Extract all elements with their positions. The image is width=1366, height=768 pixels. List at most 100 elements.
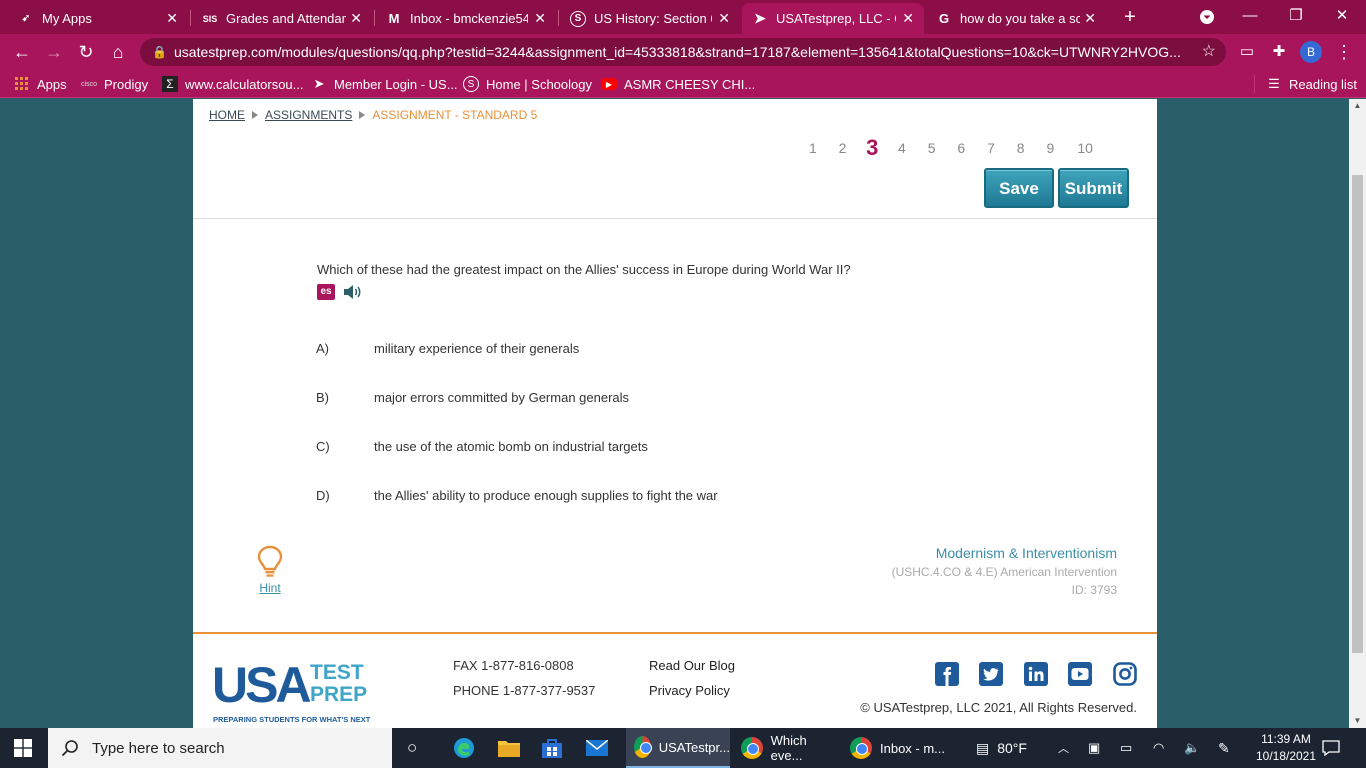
- page-link[interactable]: 7: [976, 140, 1006, 156]
- back-button[interactable]: ←: [9, 40, 35, 64]
- wifi-icon[interactable]: ◠: [1153, 728, 1171, 768]
- start-button[interactable]: [14, 728, 36, 768]
- mail-icon[interactable]: [586, 728, 610, 768]
- weather-widget[interactable]: ▤ 80°F: [976, 728, 1046, 768]
- restore-button[interactable]: ❐: [1274, 0, 1318, 34]
- instagram-icon[interactable]: [1113, 662, 1137, 686]
- close-icon[interactable]: ✕: [718, 10, 730, 27]
- taskbar-app-inbox[interactable]: Inbox - m...: [842, 728, 948, 768]
- close-window-button[interactable]: ✕: [1320, 0, 1364, 34]
- tab-my-apps[interactable]: ➹ My Apps ✕: [8, 3, 188, 34]
- edge-icon[interactable]: [453, 728, 477, 768]
- taskbar-clock[interactable]: 11:39 AM 10/18/2021: [1250, 731, 1322, 765]
- reading-list-label: Reading list: [1289, 76, 1357, 92]
- taskbar-app-which[interactable]: Which eve...: [733, 728, 841, 768]
- home-button[interactable]: ⌂: [105, 40, 131, 64]
- tab-us-history[interactable]: S US History: Section 6 | ✕: [560, 3, 740, 34]
- tab-search-button[interactable]: [1185, 0, 1229, 34]
- chevron-up-icon[interactable]: ︿: [1058, 728, 1072, 768]
- schoology-icon: S: [463, 76, 479, 92]
- page-link[interactable]: 2: [828, 140, 858, 156]
- bookmark-prodigy[interactable]: cisco Prodigy: [81, 75, 148, 93]
- volume-muted-icon[interactable]: 🔈: [1184, 728, 1202, 768]
- blog-link[interactable]: Read Our Blog: [649, 658, 735, 673]
- close-icon[interactable]: ✕: [534, 10, 546, 27]
- page-link[interactable]: 6: [946, 140, 976, 156]
- minimize-button[interactable]: —: [1228, 0, 1272, 34]
- scroll-up-icon[interactable]: ▲: [1349, 99, 1366, 113]
- tab-grades[interactable]: SIS Grades and Attendance ✕: [192, 3, 372, 34]
- bookmark-label: Member Login - US...: [334, 76, 458, 92]
- choice-text: major errors committed by German general…: [374, 390, 630, 405]
- reload-button[interactable]: ↻: [73, 40, 99, 64]
- pen-icon[interactable]: ✎: [1218, 728, 1236, 768]
- onedrive-icon[interactable]: ▣: [1088, 728, 1106, 768]
- topic-label: Modernism & Interventionism: [935, 545, 1117, 561]
- facebook-icon[interactable]: [935, 662, 959, 686]
- extensions-icon[interactable]: ✚: [1266, 40, 1292, 64]
- scroll-thumb[interactable]: [1352, 175, 1363, 653]
- submit-button[interactable]: Submit: [1058, 168, 1129, 208]
- bookmark-apps[interactable]: Apps: [14, 75, 67, 93]
- lightbulb-icon: [257, 545, 283, 577]
- scroll-down-icon[interactable]: ▼: [1349, 714, 1366, 728]
- notifications-icon[interactable]: [1322, 728, 1344, 768]
- taskbar-search[interactable]: Type here to search: [48, 728, 392, 768]
- reading-list[interactable]: ☰ Reading list: [1266, 75, 1357, 93]
- bookmark-label: www.calculatorsou...: [185, 76, 304, 92]
- cast-icon[interactable]: ▭: [1234, 40, 1260, 64]
- close-icon[interactable]: ✕: [350, 10, 362, 27]
- page-link[interactable]: 10: [1065, 140, 1105, 156]
- tab-inbox[interactable]: M Inbox - bmckenzie541 ✕: [376, 3, 556, 34]
- page-link[interactable]: 5: [917, 140, 947, 156]
- page-link[interactable]: 4: [887, 140, 917, 156]
- tab-usatestprep[interactable]: ➤ USATestprep, LLC - On ✕: [742, 3, 924, 34]
- breadcrumb-home[interactable]: HOME: [209, 108, 245, 122]
- linkedin-icon[interactable]: [1024, 662, 1048, 686]
- star-icon[interactable]: ☆: [1202, 38, 1216, 66]
- close-icon[interactable]: ✕: [1084, 10, 1096, 27]
- speaker-icon[interactable]: [343, 284, 363, 300]
- bookmark-member-login[interactable]: ➤ Member Login - US...: [311, 75, 458, 93]
- new-tab-button[interactable]: +: [1120, 5, 1140, 29]
- bookmark-asmr[interactable]: ▶ ASMR CHEESY CHI...: [601, 75, 755, 93]
- hint-label[interactable]: Hint: [247, 581, 293, 595]
- youtube-icon[interactable]: [1068, 662, 1092, 686]
- store-icon[interactable]: [541, 728, 565, 768]
- menu-icon[interactable]: ⋮: [1331, 40, 1357, 64]
- bookmark-schoology[interactable]: S Home | Schoology: [463, 75, 592, 93]
- hint-button[interactable]: Hint: [257, 545, 283, 595]
- usatestprep-logo[interactable]: USA TEST PREP PREPARING STUDENTS FOR WHA…: [212, 660, 370, 724]
- site-footer: USA TEST PREP PREPARING STUDENTS FOR WHA…: [193, 634, 1157, 728]
- battery-icon[interactable]: ▭: [1120, 728, 1138, 768]
- spanish-translate-icon[interactable]: es: [317, 284, 335, 300]
- tab-google-search[interactable]: G how do you take a scr ✕: [926, 3, 1106, 34]
- twitter-icon[interactable]: [979, 662, 1003, 686]
- search-icon: [61, 740, 78, 757]
- address-bar[interactable]: 🔒 usatestprep.com/modules/questions/qq.p…: [140, 38, 1226, 66]
- page-link[interactable]: 8: [1006, 140, 1036, 156]
- page-link-current[interactable]: 3: [857, 135, 887, 161]
- breadcrumb-assignments[interactable]: ASSIGNMENTS: [265, 108, 352, 122]
- taskbar-app-usatestprep[interactable]: USATestpr...: [626, 728, 730, 768]
- close-icon[interactable]: ✕: [166, 10, 178, 27]
- standard-label: (USHC.4.CO & 4.E) American Intervention: [891, 565, 1117, 579]
- chevron-right-icon: [359, 111, 366, 119]
- windows-icon: [14, 739, 32, 757]
- logo-test: TEST: [310, 661, 364, 684]
- task-view-icon[interactable]: ○: [407, 728, 427, 768]
- forward-button[interactable]: →: [41, 40, 67, 64]
- close-icon[interactable]: ✕: [902, 10, 914, 27]
- file-explorer-icon[interactable]: [498, 728, 522, 768]
- profile-avatar[interactable]: B: [1300, 41, 1322, 63]
- bookmark-calculator[interactable]: Σ www.calculatorsou...: [162, 75, 304, 93]
- logo-tagline: PREPARING STUDENTS FOR WHAT'S NEXT: [213, 715, 371, 724]
- page-link[interactable]: 9: [1036, 140, 1066, 156]
- tab-title: US History: Section 6 |: [594, 11, 712, 26]
- chrome-icon: [850, 737, 872, 759]
- page-scrollbar[interactable]: ▲ ▼: [1349, 99, 1366, 728]
- choice-text: the Allies' ability to produce enough su…: [374, 488, 718, 503]
- save-button[interactable]: Save: [984, 168, 1054, 208]
- privacy-link[interactable]: Privacy Policy: [649, 683, 730, 698]
- page-link[interactable]: 1: [798, 140, 828, 156]
